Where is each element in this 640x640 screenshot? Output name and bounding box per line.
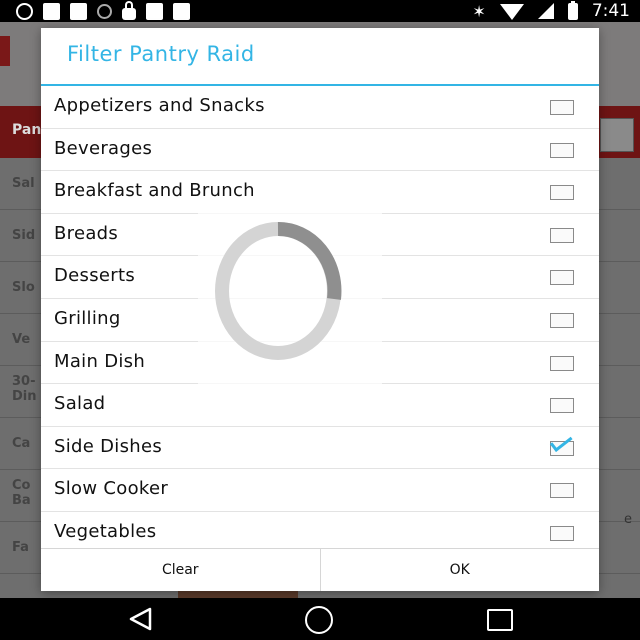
- status-bar: ✶ 7:41: [0, 0, 640, 22]
- category-checkbox[interactable]: [550, 398, 574, 414]
- loading-spinner-icon: [215, 221, 342, 360]
- wifi-icon: [499, 4, 524, 20]
- clear-button[interactable]: Clear: [41, 549, 320, 591]
- lock-icon: [122, 0, 136, 20]
- back-icon[interactable]: [128, 607, 154, 631]
- background-text-fragment: e: [624, 512, 632, 527]
- category-checkbox[interactable]: [550, 312, 574, 328]
- ok-button[interactable]: OK: [319, 549, 600, 591]
- category-label: Salad: [54, 393, 106, 415]
- maps-icon: [70, 2, 87, 20]
- category-item[interactable]: Slow Cooker: [41, 469, 599, 512]
- category-checkbox[interactable]: [550, 483, 574, 499]
- category-label: Appetizers and Snacks: [54, 95, 265, 116]
- category-item[interactable]: Beverages: [41, 129, 599, 172]
- background-logo: [0, 36, 10, 66]
- category-checkbox[interactable]: [550, 270, 574, 286]
- category-checkbox[interactable]: [550, 142, 574, 158]
- category-checkbox[interactable]: [550, 185, 574, 201]
- category-label: Main Dish: [54, 350, 146, 372]
- category-label: Breads: [54, 222, 119, 244]
- battery-icon: [567, 0, 578, 20]
- category-checkbox[interactable]: [550, 355, 574, 371]
- category-label: Desserts: [54, 265, 136, 287]
- navigation-bar: [0, 598, 640, 640]
- background-button: [600, 118, 634, 152]
- tools-icon: [146, 2, 163, 20]
- category-label: Vegetables: [54, 520, 157, 542]
- android-icon: [173, 2, 190, 20]
- dialog-title: Filter Pantry Raid: [67, 42, 255, 66]
- category-item[interactable]: Appetizers and Snacks: [41, 86, 599, 129]
- category-checkbox-checked[interactable]: [550, 440, 574, 456]
- sync-icon: [97, 3, 112, 19]
- category-label: Grilling: [54, 307, 121, 329]
- category-item[interactable]: Side Dishes: [41, 427, 599, 470]
- loading-overlay: [198, 203, 382, 399]
- notification-icons: [16, 0, 190, 20]
- clock-icon: [16, 2, 33, 20]
- system-icons: ✶ 7:41: [472, 0, 630, 21]
- category-checkbox[interactable]: [550, 525, 574, 541]
- category-label: Beverages: [54, 137, 153, 159]
- category-label: Breakfast and Brunch: [54, 180, 255, 202]
- dialog-button-bar: Clear OK: [41, 548, 599, 591]
- facebook-icon: [43, 2, 60, 20]
- home-icon[interactable]: [305, 606, 333, 634]
- clock-time: 7:41: [591, 1, 630, 21]
- category-checkbox[interactable]: [550, 100, 574, 115]
- background-header-label: Pan: [12, 122, 42, 138]
- signal-icon: [537, 3, 554, 19]
- category-label: Side Dishes: [54, 435, 163, 457]
- category-checkbox[interactable]: [550, 227, 574, 243]
- category-label: Slow Cooker: [54, 478, 169, 500]
- recent-apps-icon[interactable]: [487, 609, 513, 631]
- bluetooth-icon: ✶: [472, 1, 486, 21]
